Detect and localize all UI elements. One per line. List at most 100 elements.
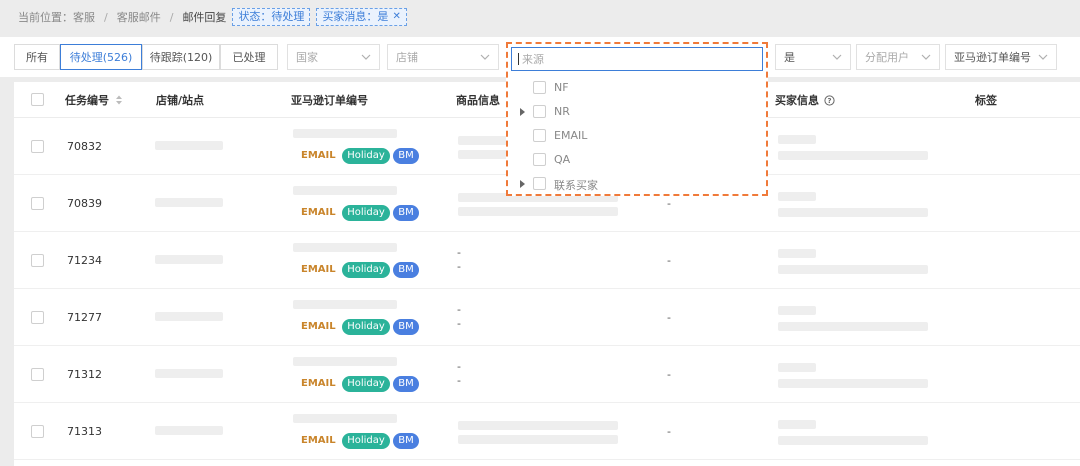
- holiday-tag: Holiday: [342, 262, 390, 278]
- task-id[interactable]: 70832: [67, 140, 102, 153]
- task-id[interactable]: 71312: [67, 368, 102, 381]
- holiday-tag: Holiday: [342, 319, 390, 335]
- sort-icon[interactable]: [115, 95, 123, 105]
- column-header-task-no[interactable]: 任务编号: [65, 82, 123, 118]
- row-checkbox[interactable]: [31, 140, 44, 153]
- tab-processed[interactable]: 已处理: [220, 44, 278, 70]
- task-id[interactable]: 70839: [67, 197, 102, 210]
- row-checkbox[interactable]: [31, 311, 44, 324]
- source-email-badge: EMAIL: [301, 321, 336, 332]
- task-id[interactable]: 71313: [67, 425, 102, 438]
- source-search-field[interactable]: [511, 47, 763, 71]
- order-no-placeholder: [293, 300, 397, 309]
- column-header-buyer-info: 买家信息 ?: [775, 82, 835, 118]
- table-row[interactable]: 71277 EMAIL Holiday BM - - -: [14, 289, 1080, 346]
- buyer-info-placeholder: [778, 192, 816, 201]
- table-row[interactable]: 71313 EMAIL Holiday BM -: [14, 403, 1080, 460]
- source-email-badge: EMAIL: [301, 150, 336, 161]
- buyer-info-placeholder: [778, 249, 816, 258]
- source-option[interactable]: QA: [508, 148, 766, 172]
- select-all-checkbox[interactable]: [31, 93, 44, 106]
- option-checkbox[interactable]: [533, 177, 546, 190]
- bm-tag: BM: [393, 319, 419, 335]
- option-label: QA: [554, 153, 571, 166]
- bm-tag: BM: [393, 376, 419, 392]
- task-id[interactable]: 71234: [67, 254, 102, 267]
- expand-arrow-icon[interactable]: [520, 108, 525, 116]
- buyer-info-placeholder: [778, 379, 928, 388]
- order-no-placeholder: [293, 186, 397, 195]
- chevron-down-icon: [480, 54, 490, 60]
- product-info-placeholder: [458, 421, 618, 430]
- source-option[interactable]: EMAIL: [508, 124, 766, 148]
- bm-tag: BM: [393, 433, 419, 449]
- row-checkbox[interactable]: [31, 254, 44, 267]
- row-checkbox[interactable]: [31, 425, 44, 438]
- source-email-badge: EMAIL: [301, 264, 336, 275]
- chevron-down-icon: [361, 54, 371, 60]
- chevron-down-icon: [832, 54, 842, 60]
- buyer-info-placeholder: [778, 322, 928, 331]
- chevron-down-icon: [1038, 54, 1048, 60]
- help-icon[interactable]: ?: [824, 94, 835, 106]
- svg-text:?: ?: [827, 97, 831, 105]
- table-row[interactable]: 71312 EMAIL Holiday BM - - -: [14, 346, 1080, 403]
- buyer-info-placeholder: [778, 306, 816, 315]
- breadcrumb-item-kefu[interactable]: 客服: [73, 9, 95, 25]
- source-option[interactable]: NF: [508, 76, 766, 100]
- column-header-product-info: 商品信息: [456, 94, 500, 107]
- shop-select[interactable]: 店铺: [387, 44, 499, 70]
- task-id[interactable]: 71277: [67, 311, 102, 324]
- buyer-info-placeholder: [778, 363, 816, 372]
- product-info-dash: -: [457, 360, 461, 373]
- close-icon[interactable]: ✕: [392, 9, 400, 25]
- column-header-task-no-label: 任务编号: [65, 94, 109, 107]
- product-info-dash: -: [457, 303, 461, 316]
- column-header-tags: 标签: [975, 94, 997, 107]
- product-info-dash: -: [457, 246, 461, 259]
- product-info-dash: -: [457, 260, 461, 273]
- option-checkbox[interactable]: [533, 105, 546, 118]
- tab-pending[interactable]: 待处理(526): [60, 44, 142, 70]
- buyer-info-placeholder: [778, 151, 928, 160]
- source-option[interactable]: 联系买家: [508, 172, 766, 196]
- country-select[interactable]: 国家: [287, 44, 380, 70]
- breadcrumb: 当前位置： 客服 / 客服邮件 / 邮件回复 状态：待处理 买家消息：是 ✕: [18, 6, 407, 28]
- amazon-order-select[interactable]: 亚马逊订单编号: [945, 44, 1057, 70]
- shop-site-placeholder: [155, 312, 223, 321]
- buyer-message-select[interactable]: 是: [775, 44, 851, 70]
- product-info-placeholder: [458, 435, 618, 444]
- filter-tag-buyer-message[interactable]: 买家消息：是 ✕: [316, 8, 407, 26]
- order-no-placeholder: [293, 414, 397, 423]
- filter-tag-status[interactable]: 状态：待处理: [232, 8, 311, 26]
- option-checkbox[interactable]: [533, 153, 546, 166]
- order-no-placeholder: [293, 243, 397, 252]
- option-label: 联系买家: [554, 179, 598, 192]
- app-root: 当前位置： 客服 / 客服邮件 / 邮件回复 状态：待处理 买家消息：是 ✕ 所…: [0, 0, 1080, 466]
- tab-tracking[interactable]: 待跟踪(120): [142, 44, 220, 70]
- cell-dash: -: [667, 254, 671, 267]
- buyer-info-placeholder: [778, 135, 816, 144]
- row-checkbox[interactable]: [31, 368, 44, 381]
- source-search-input[interactable]: [522, 52, 742, 66]
- expand-arrow-icon[interactable]: [520, 180, 525, 188]
- breadcrumb-item-kefu-email[interactable]: 客服邮件: [117, 9, 161, 25]
- cell-dash: -: [667, 425, 671, 438]
- source-option[interactable]: NR: [508, 100, 766, 124]
- option-checkbox[interactable]: [533, 81, 546, 94]
- option-checkbox[interactable]: [533, 129, 546, 142]
- breadcrumb-separator: /: [104, 10, 108, 24]
- shop-site-placeholder: [155, 198, 223, 207]
- tab-all[interactable]: 所有: [14, 44, 60, 70]
- row-checkbox[interactable]: [31, 197, 44, 210]
- source-dropdown[interactable]: NF NR EMAIL QA 联系买家: [506, 42, 768, 196]
- column-header-buyer-info-label: 买家信息: [775, 94, 819, 107]
- buyer-info-placeholder: [778, 436, 928, 445]
- assign-user-select[interactable]: 分配用户: [856, 44, 940, 70]
- assign-user-select-placeholder: 分配用户: [865, 51, 909, 64]
- option-label: NR: [554, 105, 570, 118]
- source-email-badge: EMAIL: [301, 207, 336, 218]
- source-email-badge: EMAIL: [301, 435, 336, 446]
- column-header-amazon-order: 亚马逊订单编号: [291, 94, 368, 107]
- table-row[interactable]: 71234 EMAIL Holiday BM - - -: [14, 232, 1080, 289]
